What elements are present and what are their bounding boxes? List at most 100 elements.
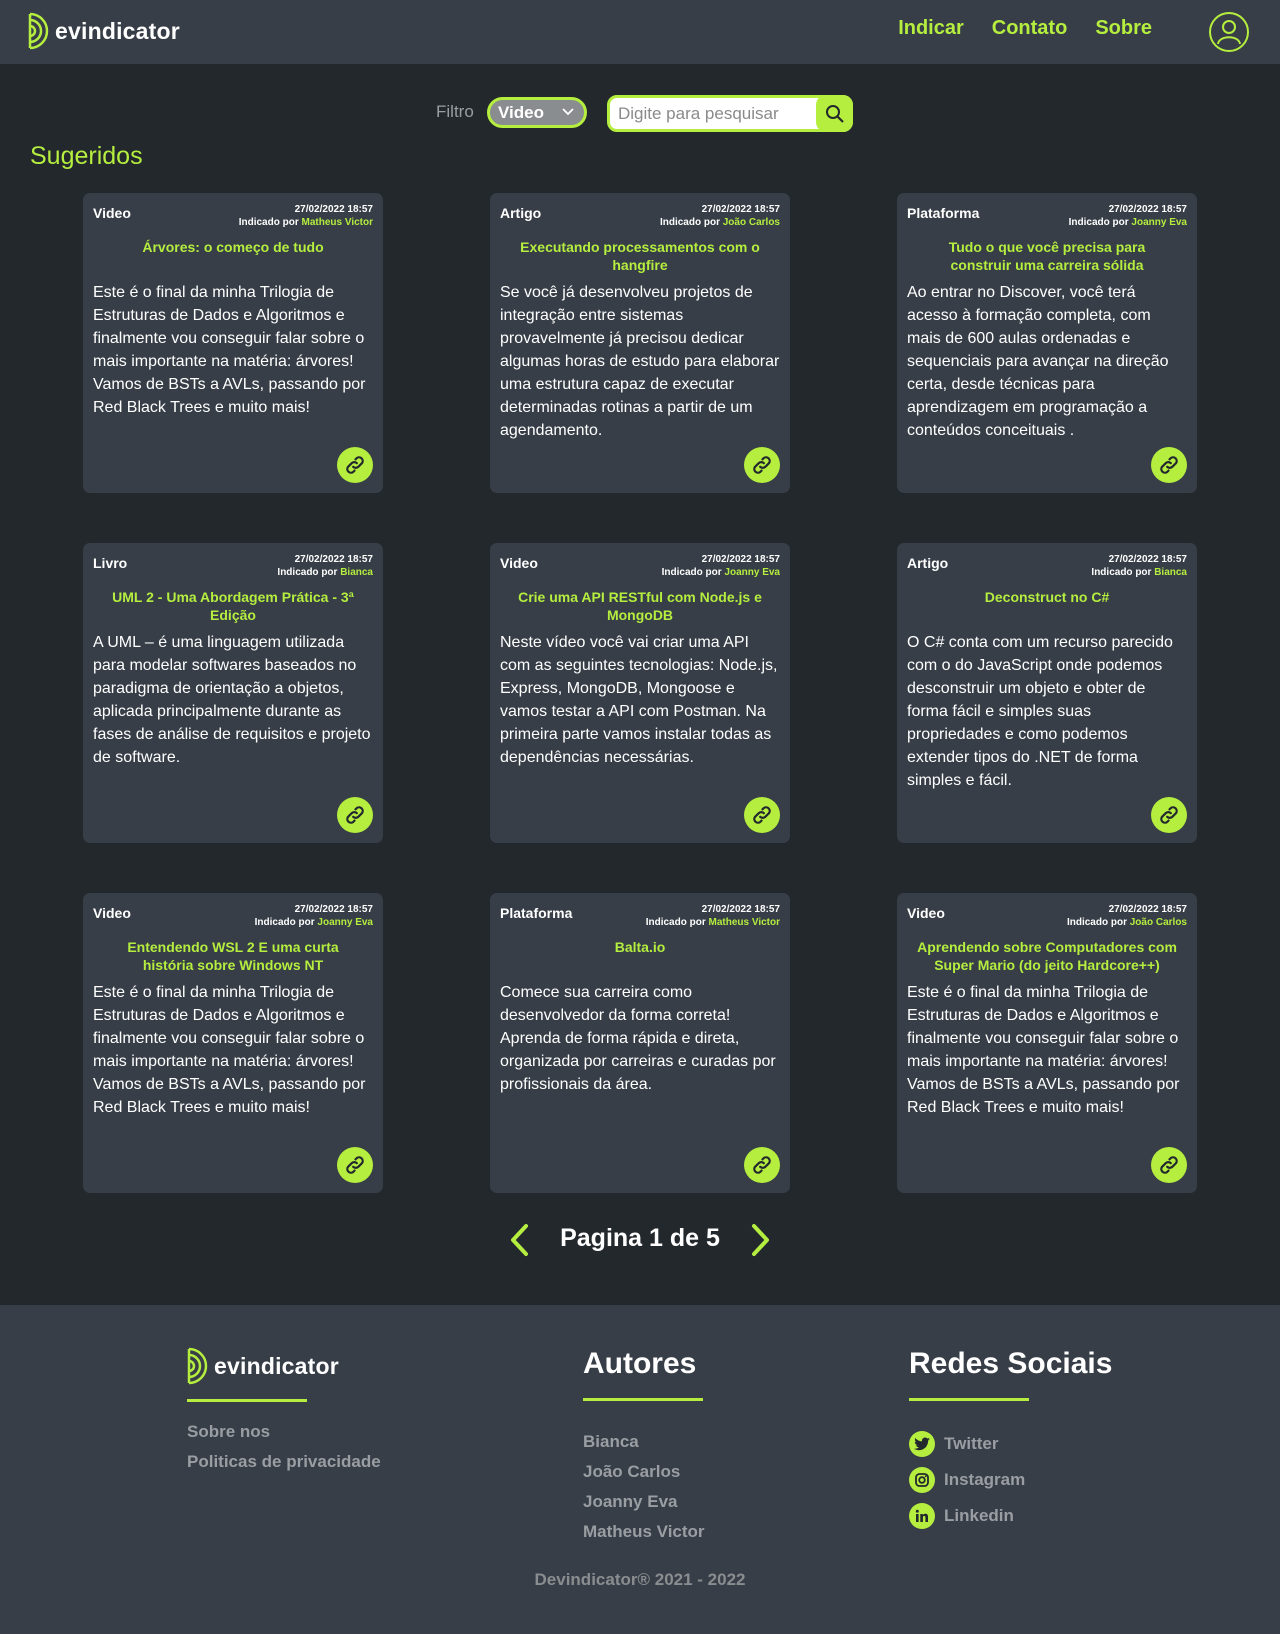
card-meta: 27/02/2022 18:57 Indicado por Bianca <box>277 553 373 579</box>
search-input[interactable] <box>618 102 813 126</box>
filter-selected-value: Video <box>498 102 544 122</box>
card-date: 27/02/2022 18:57 <box>1108 204 1187 215</box>
author-link[interactable]: Joanny Eva <box>583 1492 678 1512</box>
card-author[interactable]: Matheus Victor <box>302 217 374 228</box>
footer-logo[interactable]: evindicator <box>187 1347 339 1385</box>
link-icon <box>1160 456 1178 474</box>
card-author[interactable]: João Carlos <box>1130 917 1187 928</box>
card-indicated-label: Indicado por <box>659 217 720 228</box>
card-title[interactable]: Entendendo WSL 2 E uma curta história so… <box>103 938 363 974</box>
card-date: 27/02/2022 18:57 <box>701 554 780 565</box>
card-type: Artigo <box>907 555 949 571</box>
card-meta: 27/02/2022 18:57 Indicado por João Carlos <box>660 203 780 229</box>
link-icon <box>346 456 364 474</box>
card-date: 27/02/2022 18:57 <box>294 554 373 565</box>
link-icon <box>346 806 364 824</box>
social-link-twitter[interactable]: Twitter <box>909 1431 998 1457</box>
nav-contato[interactable]: Contato <box>992 17 1068 40</box>
chevron-down-icon <box>562 108 574 116</box>
card-meta: 27/02/2022 18:57 Indicado por João Carlos <box>1067 903 1187 929</box>
footer-link-privacy[interactable]: Politicas de privacidade <box>187 1452 381 1472</box>
card-type: Artigo <box>500 205 542 221</box>
card-type: Livro <box>93 555 128 571</box>
card-author[interactable]: Joanny Eva <box>724 567 780 578</box>
card-indicated-label: Indicado por <box>1091 567 1152 578</box>
link-icon <box>1160 806 1178 824</box>
link-icon <box>1160 1156 1178 1174</box>
card-author[interactable]: Joanny Eva <box>1131 217 1187 228</box>
card: Artigo 27/02/2022 18:57 Indicado por Bian… <box>897 543 1197 843</box>
card: Plataforma 27/02/2022 18:57 Indicado por … <box>490 893 790 1193</box>
nav-sobre[interactable]: Sobre <box>1095 17 1152 40</box>
card-indicated-label: Indicado por <box>645 917 706 928</box>
authors-heading: Autores <box>583 1347 697 1380</box>
filter-dropdown[interactable]: Video <box>487 97 587 128</box>
card-indicated-label: Indicado por <box>661 567 722 578</box>
link-icon <box>346 1156 364 1174</box>
search-box <box>607 95 853 132</box>
author-link[interactable]: Matheus Victor <box>583 1522 705 1542</box>
card-meta: 27/02/2022 18:57 Indicado por Joanny Eva <box>255 903 373 929</box>
chevron-left-icon[interactable] <box>505 1222 535 1258</box>
user-account-button[interactable] <box>1209 12 1249 52</box>
card-date: 27/02/2022 18:57 <box>294 904 373 915</box>
author-link[interactable]: João Carlos <box>583 1462 680 1482</box>
footer-link-about[interactable]: Sobre nos <box>187 1422 270 1442</box>
card-link-button[interactable] <box>337 447 373 483</box>
card-link-button[interactable] <box>744 1147 780 1183</box>
top-bar: evindicator Indicar Contato Sobre <box>0 0 1280 64</box>
card-indicated-label: Indicado por <box>1066 917 1127 928</box>
social-label: Twitter <box>944 1434 999 1453</box>
card-title[interactable]: Executando processamentos com o hangfire <box>510 238 770 274</box>
card-title[interactable]: Balta.io <box>510 938 770 956</box>
card-type: Plataforma <box>500 905 573 921</box>
authors-underline <box>583 1398 703 1401</box>
main-nav: Indicar Contato Sobre <box>898 17 1152 40</box>
card-title[interactable]: Tudo o que você precisa para construir u… <box>917 238 1177 274</box>
card-date: 27/02/2022 18:57 <box>701 204 780 215</box>
nav-indicar[interactable]: Indicar <box>898 17 964 40</box>
brand-logo[interactable]: evindicator <box>28 12 180 50</box>
chevron-right-icon[interactable] <box>745 1222 775 1258</box>
link-icon <box>753 456 771 474</box>
card-description: Este é o final da minha Trilogia de Estr… <box>93 984 366 1116</box>
card-author[interactable]: Bianca <box>1154 567 1187 578</box>
card-author[interactable]: Bianca <box>340 567 373 578</box>
card-author[interactable]: Matheus Victor <box>709 917 781 928</box>
social-underline <box>909 1398 1029 1401</box>
card-description: Comece sua carreira como desenvolvedor d… <box>500 984 776 1093</box>
card-meta: 27/02/2022 18:57 Indicado por Matheus Vic… <box>239 203 373 229</box>
card-meta: 27/02/2022 18:57 Indicado por Matheus Vic… <box>646 903 780 929</box>
card-link-button[interactable] <box>744 797 780 833</box>
card-link-button[interactable] <box>1151 1147 1187 1183</box>
card: Video 27/02/2022 18:57 Indicado por Joann… <box>490 543 790 843</box>
filter-label: Filtro <box>436 102 474 121</box>
card: Artigo 27/02/2022 18:57 Indicado por João… <box>490 193 790 493</box>
social-link-linkedin[interactable]: Linkedin <box>909 1503 1014 1529</box>
card-title[interactable]: Deconstruct no C# <box>917 588 1177 606</box>
card: Plataforma 27/02/2022 18:57 Indicado por … <box>897 193 1197 493</box>
card-author[interactable]: João Carlos <box>723 217 780 228</box>
card-title[interactable]: Aprendendo sobre Computadores com Super … <box>917 938 1177 974</box>
twitter-icon <box>909 1431 935 1457</box>
card-title[interactable]: UML 2 - Uma Abordagem Prática - 3ª Ediçã… <box>103 588 363 624</box>
card-title[interactable]: Árvores: o começo de tudo <box>103 238 363 256</box>
card: Video 27/02/2022 18:57 Indicado por João … <box>897 893 1197 1193</box>
card-link-button[interactable] <box>337 797 373 833</box>
card-author[interactable]: Joanny Eva <box>317 917 373 928</box>
footer-logo-underline <box>187 1399 307 1402</box>
card-description: A UML – é uma linguagem utilizada para m… <box>93 634 371 766</box>
card-link-button[interactable] <box>744 447 780 483</box>
card-type: Video <box>93 905 131 921</box>
card-title[interactable]: Crie uma API RESTful com Node.js e Mongo… <box>510 588 770 624</box>
card-description: Se você já desenvolveu projetos de integ… <box>500 284 780 439</box>
social-link-instagram[interactable]: Instagram <box>909 1467 1025 1493</box>
footer-logo-text: evindicator <box>214 1352 339 1379</box>
card-date: 27/02/2022 18:57 <box>294 204 373 215</box>
card-description: Ao entrar no Discover, você terá acesso … <box>907 284 1169 439</box>
card-link-button[interactable] <box>1151 447 1187 483</box>
card-link-button[interactable] <box>337 1147 373 1183</box>
author-link[interactable]: Bianca <box>583 1432 639 1452</box>
card-link-button[interactable] <box>1151 797 1187 833</box>
search-button[interactable] <box>816 95 853 132</box>
